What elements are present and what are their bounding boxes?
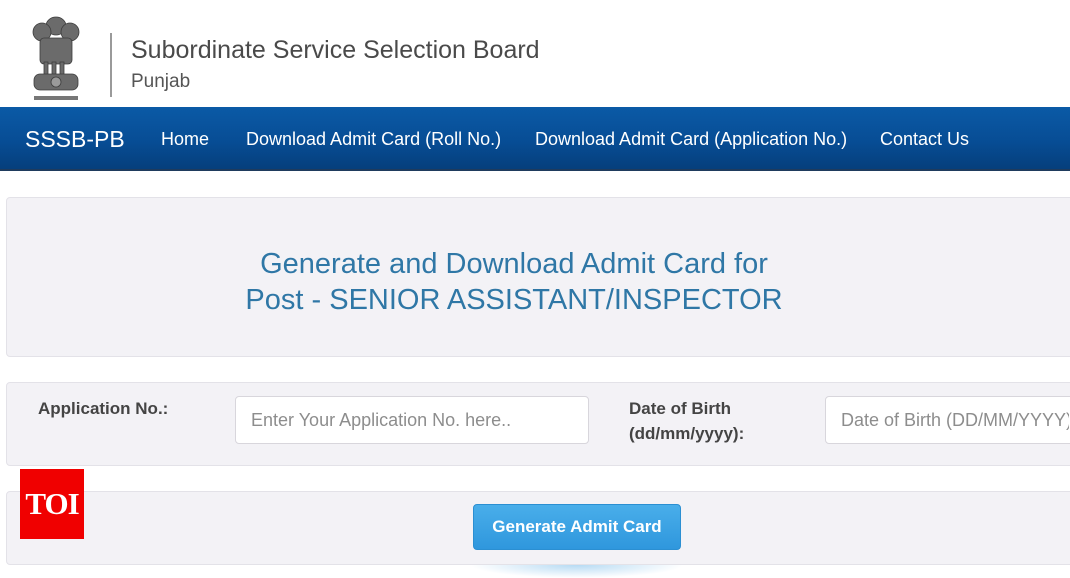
page-title-line-2: Post - SENIOR ASSISTANT/INSPECTOR [245,284,783,316]
page-title: Generate and Download Admit Card for Pos… [7,246,1021,318]
admit-card-form: Application No.: Date of Birth (dd/mm/yy… [6,382,1070,466]
navbar-brand[interactable]: SSSB-PB [25,126,125,153]
page-title-panel: Generate and Download Admit Card for Pos… [6,197,1070,357]
nav-item-admit-card-roll-no[interactable]: Download Admit Card (Roll No.) [246,129,501,150]
national-emblem-icon [32,16,80,100]
dob-label: Date of Birth (dd/mm/yyyy): [629,396,744,446]
dob-input[interactable] [825,396,1070,444]
button-shadow [470,565,684,578]
main-navbar: SSSB-PB Home Download Admit Card (Roll N… [0,107,1070,171]
toi-watermark-logo: TOI [20,469,84,539]
application-no-label: Application No.: [38,399,169,418]
dob-label-line-2: (dd/mm/yyyy): [629,424,745,443]
nav-item-admit-card-application-no[interactable]: Download Admit Card (Application No.) [535,129,847,150]
page-title-line-1: Generate and Download Admit Card for [260,248,768,280]
organization-subtitle: Punjab [131,71,191,92]
nav-item-contact-us[interactable]: Contact Us [880,129,969,150]
dob-label-line-1: Date of Birth [629,399,731,418]
nav-item-home[interactable]: Home [161,129,209,150]
organization-title: Subordinate Service Selection Board [131,36,540,64]
generate-admit-card-button[interactable]: Generate Admit Card [473,504,681,550]
application-no-input[interactable] [235,396,589,444]
site-header: Subordinate Service Selection Board Punj… [0,0,1070,107]
header-divider [110,33,112,97]
